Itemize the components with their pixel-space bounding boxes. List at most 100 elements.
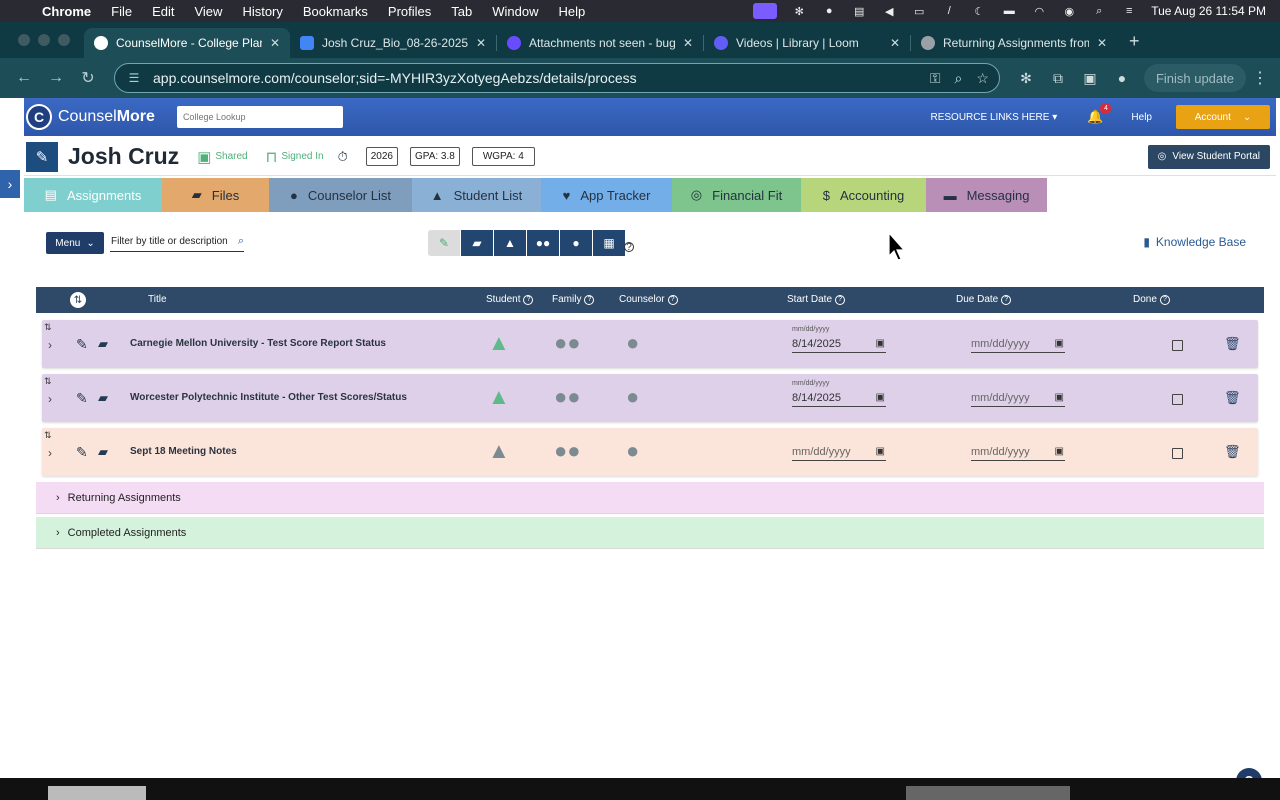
family-icon[interactable]: ●● (554, 438, 581, 464)
account-dropdown[interactable]: Account ⌄ (1176, 105, 1270, 129)
menu-bookmarks[interactable]: Bookmarks (293, 4, 378, 19)
maximize-window-button[interactable] (58, 34, 70, 46)
assignment-title[interactable]: Sept 18 Meeting Notes (130, 446, 237, 457)
completed-assignments-section[interactable]: › Completed Assignments (36, 517, 1264, 549)
close-tab-icon[interactable]: ✕ (1097, 36, 1107, 50)
extension-icon[interactable]: ✻ (1012, 64, 1040, 92)
due-date-field[interactable]: mm/dd/yyyy ▣ (971, 434, 1065, 461)
menu-tab[interactable]: Tab (441, 4, 482, 19)
browser-tab-bug[interactable]: Attachments not seen - bug r ✕ (497, 28, 703, 58)
help-circle-icon[interactable]: ? (1159, 294, 1170, 305)
help-circle-icon[interactable]: ? (523, 294, 534, 305)
url-text[interactable]: app.counselmore.com/counselor;sid=-MYHIR… (153, 70, 916, 86)
view-student-cap-icon[interactable]: ▲ (494, 230, 526, 256)
start-date-input[interactable]: 8/14/2025 ▣ (792, 389, 886, 407)
volume-icon[interactable]: ◀ (881, 5, 897, 18)
family-icon[interactable]: ●● (554, 384, 581, 410)
tab-files[interactable]: ▰ Files (162, 178, 269, 212)
menu-window[interactable]: Window (482, 4, 548, 19)
due-date-field[interactable]: mm/dd/yyyy ▣ (971, 380, 1065, 407)
clipboard-icon[interactable]: ▤ (851, 5, 867, 18)
sidebar-toggle-icon[interactable]: › (0, 170, 20, 198)
edit-pencil-icon[interactable]: ✎ (76, 390, 88, 407)
view-counselor-person-icon[interactable]: ● (560, 230, 592, 256)
browser-tab-loom[interactable]: Videos | Library | Loom ✕ (704, 28, 910, 58)
expand-chevron-icon[interactable]: › (56, 492, 60, 504)
pen-icon[interactable]: / (941, 5, 957, 17)
help-circle-icon[interactable]: ? (667, 294, 678, 305)
knowledge-base-link[interactable]: ▮ Knowledge Base (1143, 235, 1246, 249)
calendar-icon[interactable]: ▣ (876, 338, 885, 349)
tab-financial-fit[interactable]: ◎ Financial Fit (672, 178, 801, 212)
start-date-field[interactable]: mm/dd/yyyy 8/14/2025 ▣ (792, 380, 886, 407)
battery-icon[interactable]: ▬ (1001, 5, 1017, 17)
profile-avatar-icon[interactable]: ● (1108, 64, 1136, 92)
edit-pencil-icon[interactable]: ✎ (76, 444, 88, 461)
user-icon[interactable]: ◉ (1061, 5, 1077, 18)
menu-view[interactable]: View (184, 4, 232, 19)
close-tab-icon[interactable]: ✕ (270, 36, 280, 50)
expand-chevron-icon[interactable]: › (48, 338, 52, 352)
chrome-menu-icon[interactable]: ⋮ (1250, 68, 1270, 88)
view-grid-icon[interactable]: ▦ (593, 230, 625, 256)
start-date-field[interactable]: mm/dd/yyyy 8/14/2025 ▣ (792, 326, 886, 353)
column-due-date[interactable]: Due Date? (956, 294, 1012, 305)
assignment-title[interactable]: Carnegie Mellon University - Test Score … (130, 338, 386, 349)
help-link[interactable]: Help (1131, 112, 1152, 123)
start-date-field[interactable]: mm/dd/yyyy ▣ (792, 434, 886, 461)
column-student[interactable]: Student? (486, 294, 534, 305)
counselmore-logo[interactable]: C Counsel More (26, 104, 155, 130)
trash-icon[interactable]: 🗑 (1224, 444, 1241, 460)
minimize-window-button[interactable] (38, 34, 50, 46)
menu-history[interactable]: History (232, 4, 292, 19)
table-row[interactable]: ⇅ › ✎ ▰ Worcester Polytechnic Institute … (42, 374, 1258, 422)
tab-student-list[interactable]: ▲ Student List (412, 178, 541, 212)
search-icon[interactable]: ⌕ (1091, 5, 1107, 17)
address-bar[interactable]: ☰ app.counselmore.com/counselor;sid=-MYH… (114, 63, 1000, 93)
control-center-icon[interactable]: ≡ (1121, 5, 1137, 17)
edit-student-button[interactable]: ✎ (26, 141, 58, 172)
search-icon[interactable]: ⌕ (238, 235, 244, 248)
comment-icon[interactable]: ▰ (98, 336, 108, 352)
view-student-portal-button[interactable]: ◎ View Student Portal (1147, 144, 1270, 169)
bookmark-star-icon[interactable]: ☆ (976, 70, 989, 87)
assignment-title[interactable]: Worcester Polytechnic Institute - Other … (130, 392, 407, 403)
student-cap-icon[interactable]: ▲ (488, 384, 510, 410)
start-date-input[interactable]: mm/dd/yyyy ▣ (792, 443, 886, 461)
notifications-bell-icon[interactable]: 🔔 4 (1087, 103, 1112, 125)
due-date-field[interactable]: mm/dd/yyyy ▣ (971, 326, 1065, 353)
returning-assignments-section[interactable]: › Returning Assignments (36, 482, 1264, 514)
counselor-person-icon[interactable]: ● (626, 384, 639, 410)
forward-button[interactable]: → (42, 64, 70, 92)
done-checkbox[interactable] (1172, 448, 1183, 459)
edit-pencil-icon[interactable]: ✎ (76, 336, 88, 353)
zoom-lens-icon[interactable]: ⌕ (955, 70, 963, 87)
tab-counselor-list[interactable]: ● Counselor List (269, 178, 412, 212)
tab-assignments[interactable]: ▤ Assignments (24, 178, 162, 212)
resource-links-dropdown[interactable]: RESOURCE LINKS HERE ▾ (931, 112, 1058, 123)
counselor-person-icon[interactable]: ● (626, 438, 639, 464)
comment-icon[interactable]: ▰ (98, 444, 108, 460)
calendar-icon[interactable]: ▣ (876, 392, 885, 403)
trash-icon[interactable]: 🗑 (1224, 390, 1241, 406)
calendar-icon[interactable]: ▣ (876, 446, 885, 457)
close-tab-icon[interactable]: ✕ (476, 36, 486, 50)
menu-button[interactable]: Menu ⌄ (46, 232, 104, 254)
site-info-icon[interactable]: ☰ (125, 69, 143, 87)
wifi-icon[interactable]: ◠ (1031, 5, 1047, 18)
calendar-icon[interactable]: ▣ (1055, 392, 1064, 403)
filter-input[interactable]: Filter by title or description ⌕ (110, 232, 244, 252)
moon-icon[interactable]: ☾ (971, 5, 987, 18)
college-lookup-input[interactable] (176, 106, 343, 128)
close-tab-icon[interactable]: ✕ (890, 36, 900, 50)
drag-handle-icon[interactable]: ⇅ (44, 376, 52, 387)
column-start-date[interactable]: Start Date? (787, 294, 846, 305)
help-circle-icon[interactable]: ? (835, 294, 846, 305)
help-circle-icon[interactable]: ? (1001, 294, 1012, 305)
view-family-icon[interactable]: ●● (527, 230, 559, 256)
table-row[interactable]: ⇅ › ✎ ▰ Sept 18 Meeting Notes ▲ ●● ● mm/… (42, 428, 1258, 476)
back-button[interactable]: ← (10, 64, 38, 92)
student-cap-icon[interactable]: ▲ (488, 438, 510, 464)
family-icon[interactable]: ●● (554, 330, 581, 356)
done-checkbox[interactable] (1172, 394, 1183, 405)
